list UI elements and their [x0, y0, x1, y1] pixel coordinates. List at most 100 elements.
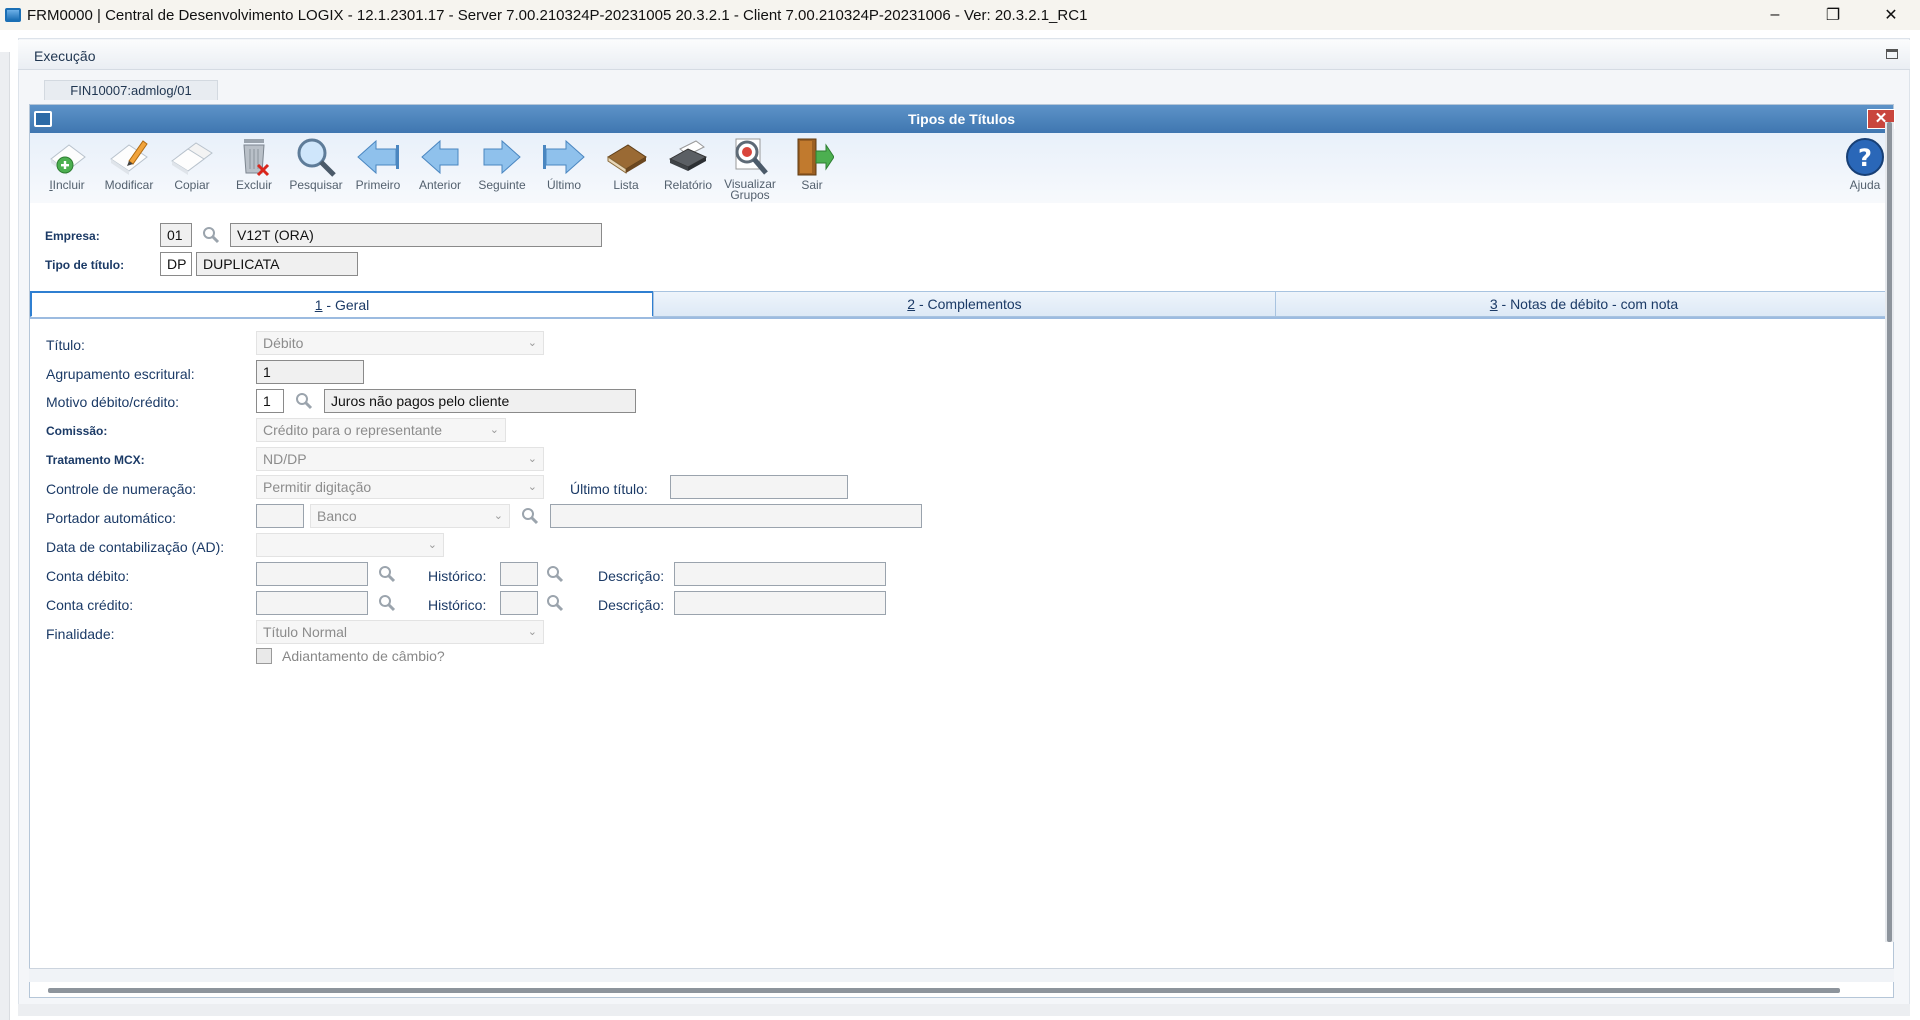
controle-numeracao-label: Controle de numeração: [46, 481, 197, 497]
panel-restore-icon[interactable] [1886, 49, 1898, 59]
menu-execucao[interactable]: Execução [34, 48, 95, 64]
historico-debito-zoom-icon[interactable] [546, 565, 564, 583]
pesquisar-label: Pesquisar [289, 178, 343, 192]
sair-button[interactable]: Sair [781, 133, 843, 203]
tipo-titulo-name-field: DUPLICATA [196, 252, 358, 276]
close-button[interactable]: ✕ [1862, 0, 1920, 30]
previous-record-icon [418, 135, 462, 179]
conta-credito-field[interactable] [256, 591, 368, 615]
edit-document-icon [107, 135, 151, 179]
tab-notas-debito[interactable]: 3 - Notas de débito - com nota [1275, 291, 1893, 317]
form-title-bar: Tipos de Títulos ✕ [30, 105, 1895, 133]
svg-text:?: ? [1858, 144, 1872, 172]
ultimo-label: Último [546, 178, 581, 192]
primeiro-button[interactable]: Primeiro [347, 133, 409, 203]
conta-debito-field[interactable] [256, 562, 368, 586]
adiantamento-checkbox[interactable] [256, 648, 272, 664]
bottom-bar [18, 1004, 1910, 1016]
adiantamento-label: Adiantamento de câmbio? [282, 648, 445, 664]
titulo-select[interactable]: Débito ⌄ [256, 331, 544, 355]
empresa-label: Empresa: [45, 229, 100, 243]
tab-underline [30, 317, 1893, 319]
motivo-code-field[interactable]: 1 [256, 389, 284, 413]
descricao-debito-field [674, 562, 886, 586]
comissao-select[interactable]: Crédito para o representante ⌄ [256, 418, 506, 442]
minimize-button[interactable]: – [1746, 0, 1804, 30]
exit-door-icon [790, 135, 834, 179]
first-record-icon [356, 135, 400, 179]
finalidade-select[interactable]: Título Normal ⌄ [256, 620, 544, 644]
titulo-label: Título: [46, 337, 85, 353]
tab-geral[interactable]: 1 - Geral [30, 291, 654, 317]
relatorio-button[interactable]: Relatório [657, 133, 719, 203]
book-list-icon [604, 135, 648, 179]
incluir-button[interactable]: IIncluir [36, 133, 98, 203]
portador-zoom-icon[interactable] [521, 507, 539, 525]
data-contabilizacao-select[interactable]: ⌄ [256, 533, 444, 557]
motivo-zoom-icon[interactable] [295, 392, 313, 410]
modificar-button[interactable]: Modificar [98, 133, 160, 203]
controle-numeracao-select[interactable]: Permitir digitação ⌄ [256, 475, 544, 499]
chevron-down-icon: ⌄ [427, 539, 437, 551]
seguinte-label: Seguinte [478, 178, 526, 192]
portador-code-field[interactable] [256, 504, 304, 528]
conta-credito-label: Conta crédito: [46, 597, 134, 613]
excluir-label: Excluir [235, 178, 272, 192]
tratamento-mcx-select[interactable]: ND/DP ⌄ [256, 447, 544, 471]
vertical-scrollbar[interactable] [1885, 122, 1894, 942]
primeiro-label: Primeiro [355, 178, 401, 192]
tipo-titulo-code-field[interactable]: DP [160, 252, 192, 276]
chevron-down-icon: ⌄ [489, 424, 499, 436]
empresa-code-field[interactable]: 01 [160, 223, 192, 247]
agrupamento-label: Agrupamento escritural: [46, 366, 195, 382]
motivo-desc-field: Juros não pagos pelo cliente [324, 389, 636, 413]
ultimo-titulo-field[interactable] [670, 475, 848, 499]
relatorio-label: Relatório [663, 178, 713, 192]
grupos-label: Grupos [730, 188, 770, 202]
left-strip [0, 52, 10, 1020]
excluir-button[interactable]: Excluir [223, 133, 285, 203]
historico-credito-zoom-icon[interactable] [546, 594, 564, 612]
conta-debito-zoom-icon[interactable] [378, 565, 396, 583]
form-window: Tipos de Títulos ✕ IIncluir Modificar Co… [29, 104, 1895, 998]
program-tab-strip: FIN10007:admlog/01 [30, 80, 1910, 100]
descricao-credito-label: Descrição: [598, 597, 665, 613]
copy-document-icon [170, 135, 214, 179]
program-tab[interactable]: FIN10007:admlog/01 [44, 80, 218, 100]
ultimo-titulo-label: Último título: [570, 481, 648, 497]
ultimo-button[interactable]: Último [533, 133, 595, 203]
portador-desc-field [550, 504, 922, 528]
lista-button[interactable]: Lista [595, 133, 657, 203]
trash-delete-icon [232, 135, 276, 179]
anterior-label: Anterior [418, 178, 462, 192]
next-record-icon [480, 135, 524, 179]
empresa-zoom-icon[interactable] [202, 226, 220, 244]
restore-button[interactable]: ❐ [1804, 0, 1862, 30]
visualizar-grupos-button[interactable]: Visualizar Grupos [719, 133, 781, 203]
title-bar: FRM0000 | Central de Desenvolvimento LOG… [0, 0, 1920, 30]
descricao-credito-field [674, 591, 886, 615]
portador-label: Portador automático: [46, 510, 176, 526]
tab-complementos[interactable]: 2 - Complementos [653, 291, 1276, 317]
agrupamento-field[interactable]: 1 [256, 360, 364, 384]
tratamento-mcx-label: Tratamento MCX: [46, 453, 145, 467]
menu-bar: Execução [18, 40, 1910, 70]
historico-credito-field[interactable] [500, 591, 538, 615]
copiar-label: Copiar [174, 178, 210, 192]
motivo-label: Motivo débito/crédito: [46, 394, 180, 410]
scrollbar-thumb[interactable] [1887, 122, 1892, 942]
data-contabilizacao-label: Data de contabilização (AD): [46, 539, 225, 555]
last-record-icon [542, 135, 586, 179]
horizontal-scrollbar[interactable] [48, 988, 1840, 993]
anterior-button[interactable]: Anterior [409, 133, 471, 203]
empresa-name-field: V12T (ORA) [230, 223, 602, 247]
seguinte-button[interactable]: Seguinte [471, 133, 533, 203]
pesquisar-button[interactable]: Pesquisar [285, 133, 347, 203]
copiar-button[interactable]: Copiar [161, 133, 223, 203]
form-title: Tipos de Títulos [907, 111, 1016, 127]
historico-debito-field[interactable] [500, 562, 538, 586]
chevron-down-icon: ⌄ [527, 337, 537, 349]
portador-type-select[interactable]: Banco ⌄ [310, 504, 510, 528]
conta-credito-zoom-icon[interactable] [378, 594, 396, 612]
comissao-label: Comissão: [46, 424, 108, 438]
